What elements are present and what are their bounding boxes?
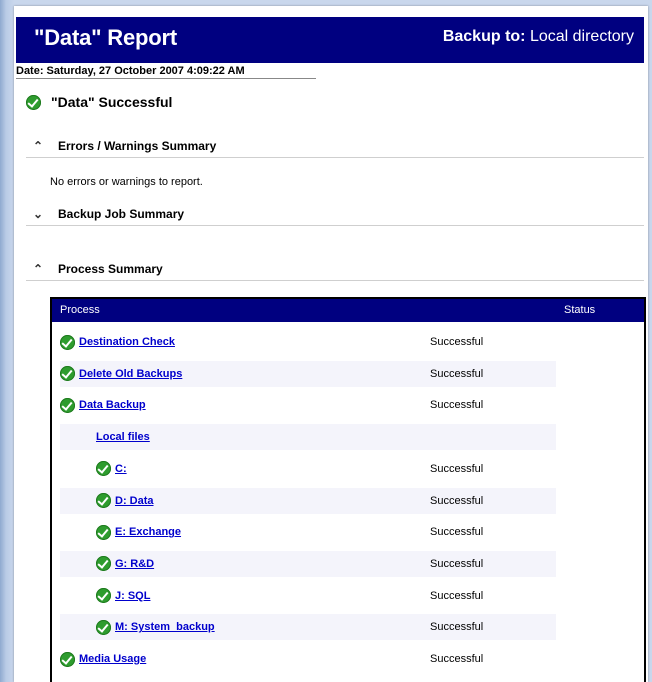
backup-value: Local directory [529, 28, 634, 45]
process-status: Successful [430, 399, 484, 412]
process-status: Successful [430, 589, 484, 602]
process-link[interactable]: C: [96, 461, 127, 477]
process-status: Successful [430, 621, 484, 634]
section-process[interactable]: ⌃︎ Process Summary [26, 258, 644, 281]
section-backup-job[interactable]: ⌄︎ Backup Job Summary [26, 203, 644, 226]
table-row: Media Usage Successful [60, 646, 556, 672]
section-title: Backup Job Summary [58, 207, 185, 221]
process-status: Successful [430, 462, 484, 475]
process-name: Delete Old Backups [79, 367, 183, 380]
report-date: Date: Saturday, 27 October 2007 4:09:22 … [16, 65, 316, 79]
check-circle-icon [60, 397, 75, 413]
process-link[interactable]: G: R&D [96, 556, 155, 572]
check-circle-icon [60, 651, 75, 667]
table-row: J: SQL Successful [60, 583, 556, 609]
double-chevron-up-icon[interactable]: ⌃︎ [28, 136, 48, 156]
process-name: Data Backup [79, 399, 146, 412]
process-link[interactable]: E: Exchange [96, 524, 182, 540]
section-title: Process Summary [58, 262, 163, 276]
table-row: C: Successful [60, 456, 556, 482]
column-header-process: Process [60, 304, 100, 316]
process-status: Successful [430, 557, 484, 570]
double-chevron-up-icon[interactable]: ⌃︎ [28, 259, 48, 279]
process-link[interactable]: Data Backup [60, 397, 146, 413]
check-circle-icon [60, 366, 75, 382]
report-page: "Data" Report Backup to: Local directory… [14, 6, 648, 682]
backup-label: Backup to: [442, 28, 526, 45]
process-status: Successful [430, 336, 484, 348]
process-name: Destination Check [79, 336, 175, 348]
table-row: E: Exchange Successful [60, 519, 556, 545]
process-link[interactable]: D: Data [96, 493, 154, 508]
table-row: Data Backup Successful [60, 392, 556, 418]
table-row: G: R&D Successful [60, 550, 556, 577]
process-link[interactable]: Destination Check [60, 334, 175, 350]
process-name: Local files [96, 431, 150, 444]
check-circle-icon [96, 588, 111, 604]
table-row: Delete Old Backups Successful [60, 360, 556, 387]
process-link[interactable]: M: System_backup [96, 619, 215, 635]
overall-status: "Data" Successful [26, 94, 172, 110]
process-name: G: R&D [115, 557, 155, 570]
column-header-status: Status [564, 304, 596, 316]
process-status: Successful [430, 653, 484, 665]
process-link[interactable]: Media Usage [60, 651, 147, 667]
check-circle-icon [96, 556, 111, 572]
process-status: Successful [430, 367, 484, 380]
backup-destination: Backup to: Local directory [443, 28, 634, 46]
process-name: J: SQL [115, 589, 151, 602]
process-name: C: [115, 462, 127, 475]
section-title: Errors / Warnings Summary [58, 139, 217, 153]
process-name: D: Data [115, 494, 154, 507]
section-errors-warnings[interactable]: ⌃︎ Errors / Warnings Summary [26, 135, 644, 158]
report-title: "Data" Report [34, 25, 177, 50]
process-status: Successful [430, 526, 484, 539]
process-link[interactable]: Local files [96, 431, 150, 443]
process-link[interactable]: Delete Old Backups [60, 366, 183, 382]
check-circle-icon [96, 493, 111, 508]
process-name: E: Exchange [115, 526, 182, 539]
process-name: M: System_backup [115, 621, 215, 634]
report-header: "Data" Report Backup to: Local directory [16, 17, 644, 63]
table-row: Destination Check Successful [60, 329, 556, 355]
check-circle-icon [96, 524, 111, 540]
process-name: Media Usage [79, 653, 147, 665]
double-chevron-down-icon[interactable]: ⌄︎ [28, 204, 48, 224]
process-table: Process Status Destination Check Successf… [50, 297, 646, 682]
errors-note: No errors or warnings to report. [50, 176, 203, 188]
check-circle-icon [96, 461, 111, 477]
check-circle-icon [60, 334, 75, 350]
table-header: Process Status [52, 299, 644, 322]
table-row: Local files [60, 424, 556, 451]
check-circle-icon [96, 619, 111, 635]
overall-status-text: "Data" Successful [51, 94, 173, 110]
table-row: D: Data Successful [60, 487, 556, 514]
process-link[interactable]: J: SQL [96, 588, 151, 604]
process-status: Successful [430, 494, 484, 507]
check-circle-icon [26, 94, 41, 110]
table-row: M: System_backup Successful [60, 614, 556, 641]
